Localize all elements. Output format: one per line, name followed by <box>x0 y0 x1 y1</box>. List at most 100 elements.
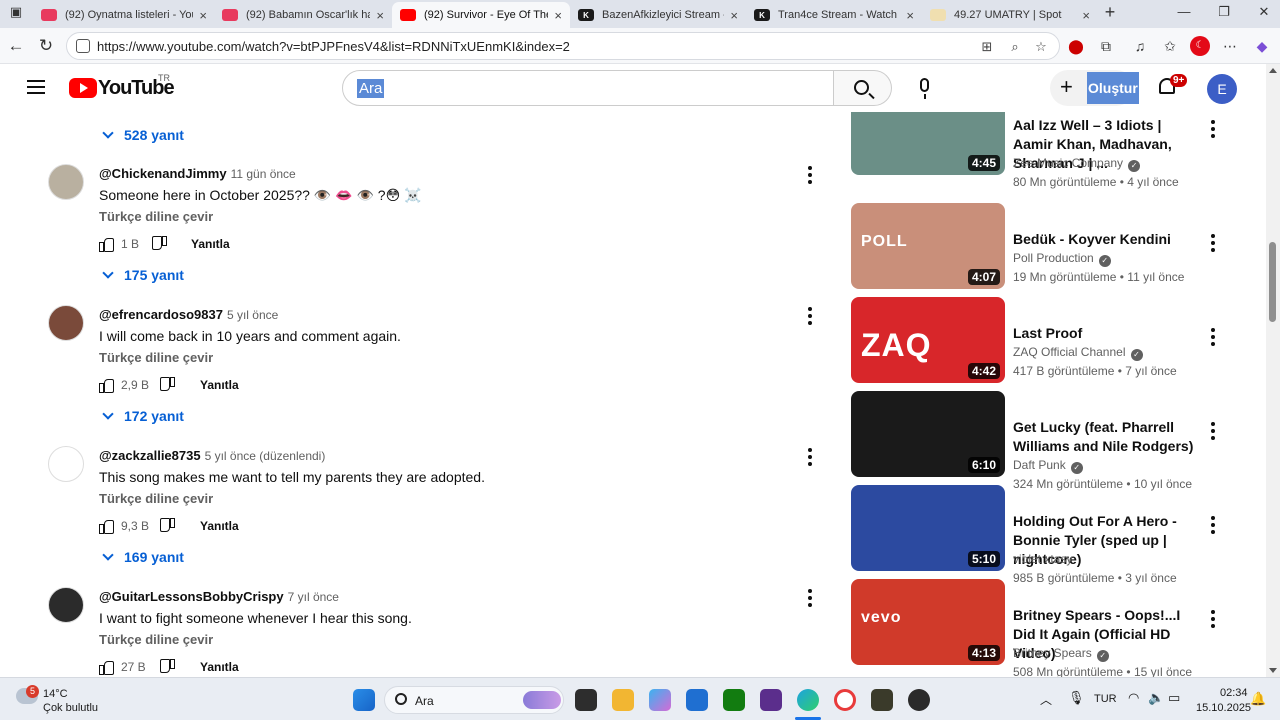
video-menu-icon[interactable] <box>1211 234 1215 252</box>
browser-tab[interactable]: (92) Babamın Oscar'lık hareketi × <box>214 2 392 28</box>
video-menu-icon[interactable] <box>1211 422 1215 440</box>
comment-author[interactable]: @efrencardoso9837 <box>99 307 223 322</box>
search-button[interactable] <box>834 70 892 106</box>
favorites-icon[interactable]: ✩ <box>1160 36 1180 56</box>
video-thumbnail[interactable]: POLL 4:07 <box>851 203 1005 289</box>
media-control-icon[interactable]: ♫ <box>1130 36 1150 56</box>
show-hidden-icons[interactable]: ︿ <box>1040 691 1052 708</box>
video-menu-icon[interactable] <box>1211 328 1215 346</box>
volume-icon[interactable]: 🔈 <box>1148 690 1164 706</box>
video-channel[interactable]: Zee Music Company ✓ <box>1013 156 1141 172</box>
video-channel[interactable]: violet xtasy <box>1013 552 1072 566</box>
battery-icon[interactable]: ▭ <box>1168 690 1180 706</box>
browser-tab[interactable]: K BazenAfkizleyici Stream - Watch × <box>570 2 746 28</box>
comment-author[interactable]: @ChickenandJimmy <box>99 166 227 181</box>
more-menu-icon[interactable]: ⋯ <box>1220 36 1240 56</box>
comment-menu-icon[interactable] <box>808 166 812 184</box>
video-thumbnail[interactable]: AAL IZZ WELL 4:45 <box>851 112 1005 175</box>
new-tab-button[interactable]: + <box>1098 2 1122 22</box>
xbox-icon[interactable] <box>723 689 745 711</box>
video-menu-icon[interactable] <box>1211 120 1215 138</box>
taskbar-search-box[interactable]: Ara <box>384 686 564 714</box>
browser-tab[interactable]: K Tran4ce Stream - Watch Live on × <box>746 2 922 28</box>
reply-button[interactable]: Yanıtla <box>200 660 239 674</box>
clock-date[interactable]: 15.10.2025 <box>1196 702 1251 714</box>
comment-time[interactable]: 11 gün önce <box>231 167 296 181</box>
tab-close-icon[interactable]: × <box>730 8 738 23</box>
youtube-logo-icon[interactable] <box>69 78 97 98</box>
video-channel[interactable]: Britney Spears ✓ <box>1013 646 1109 662</box>
video-thumbnail[interactable]: 5:10 <box>851 485 1005 571</box>
create-button[interactable]: + Oluştur <box>1050 70 1139 106</box>
dislike-icon[interactable] <box>161 519 175 533</box>
app-install-icon[interactable]: ⊞ <box>979 39 995 55</box>
url-text[interactable]: https://www.youtube.com/watch?v=btPJPFne… <box>97 39 570 54</box>
comment-time[interactable]: 7 yıl önce <box>288 590 339 604</box>
clock-time[interactable]: 02:34 <box>1220 687 1248 699</box>
comment-author[interactable]: @GuitarLessonsBobbyCrispy <box>99 589 284 604</box>
browser-tab[interactable]: 49.27 UMATRY | Spot × <box>922 2 1098 28</box>
reply-button[interactable]: Yanıtla <box>200 519 239 533</box>
translate-link[interactable]: Türkçe diline çevir <box>99 632 213 647</box>
comment-author[interactable]: @zackzallie8735 <box>99 448 201 463</box>
reply-button[interactable]: Yanıtla <box>191 237 230 251</box>
extensions-puzzle-icon[interactable]: ⧉ <box>1096 36 1116 56</box>
comment-menu-icon[interactable] <box>808 448 812 466</box>
video-title[interactable]: Get Lucky (feat. Pharrell Williams and N… <box>1013 418 1203 456</box>
hamburger-menu-icon[interactable] <box>27 80 45 94</box>
translate-link[interactable]: Türkçe diline çevir <box>99 209 213 224</box>
opera-icon[interactable] <box>834 689 856 711</box>
notifications-button[interactable]: 9+ <box>1156 74 1188 102</box>
start-windows-icon[interactable] <box>353 689 375 711</box>
dislike-icon[interactable] <box>153 237 167 251</box>
video-thumbnail[interactable]: ZAQ 4:42 <box>851 297 1005 383</box>
reload-icon[interactable]: ↻ <box>34 34 58 58</box>
task-view-icon[interactable] <box>575 689 597 711</box>
like-icon[interactable] <box>99 660 114 675</box>
like-icon[interactable] <box>99 519 114 534</box>
dislike-icon[interactable] <box>161 378 175 392</box>
maximize-icon[interactable]: ❐ <box>1204 4 1244 24</box>
adblock-extension-icon[interactable]: ⬤ <box>1066 36 1086 56</box>
comment-time[interactable]: 5 yıl önce (düzenlendi) <box>205 449 326 463</box>
video-menu-icon[interactable] <box>1211 516 1215 534</box>
video-channel[interactable]: Poll Production ✓ <box>1013 251 1111 267</box>
store-icon[interactable] <box>686 689 708 711</box>
comment-avatar[interactable] <box>48 164 84 200</box>
url-field[interactable]: https://www.youtube.com/watch?v=btPJPFne… <box>66 32 1060 60</box>
zoom-icon[interactable]: ⌕ <box>1007 39 1023 55</box>
tab-close-icon[interactable]: × <box>376 8 384 23</box>
browser-tab[interactable]: (92) Survivor - Eye Of The Tiger × <box>392 2 570 28</box>
profile-flag-icon[interactable]: ☾ <box>1190 36 1210 56</box>
back-arrow-icon[interactable]: ← <box>4 34 28 58</box>
voice-search-button[interactable] <box>905 70 945 106</box>
wifi-icon[interactable]: ◠ <box>1128 690 1139 706</box>
video-title[interactable]: Last Proof <box>1013 324 1203 343</box>
video-thumbnail[interactable]: 6:10 <box>851 391 1005 477</box>
comment-menu-icon[interactable] <box>808 307 812 325</box>
video-thumbnail[interactable]: vevo 4:13 <box>851 579 1005 665</box>
comment-time[interactable]: 5 yıl önce <box>227 308 278 322</box>
comment-avatar[interactable] <box>48 587 84 623</box>
account-avatar[interactable]: E <box>1207 74 1237 104</box>
notification-center-icon[interactable]: 🔔 <box>1250 691 1266 707</box>
sidebar-toggle-icon[interactable]: ▣ <box>0 4 32 24</box>
weather-temp[interactable]: 14°C <box>43 688 68 700</box>
reply-button[interactable]: Yanıtla <box>200 378 239 392</box>
view-replies-button[interactable]: 172 yanıt <box>100 408 184 424</box>
scroll-up-icon[interactable] <box>1269 68 1277 73</box>
video-channel[interactable]: ZAQ Official Channel ✓ <box>1013 345 1143 361</box>
gaming-app-icon[interactable] <box>871 689 893 711</box>
video-menu-icon[interactable] <box>1211 610 1215 628</box>
microphone-tray-icon[interactable]: 🎙 <box>1068 690 1085 706</box>
weather-desc[interactable]: Çok bulutlu <box>43 702 98 714</box>
close-window-icon[interactable]: ✕ <box>1244 4 1280 24</box>
file-explorer-icon[interactable] <box>612 689 634 711</box>
like-icon[interactable] <box>99 237 114 252</box>
browser-tab[interactable]: (92) Oynatma listeleri - YouTube × <box>33 2 215 28</box>
view-replies-button[interactable]: 175 yanıt <box>100 267 184 283</box>
site-info-icon[interactable] <box>76 39 90 53</box>
view-replies-button[interactable]: 528 yanıt <box>100 127 184 143</box>
video-channel[interactable]: Daft Punk ✓ <box>1013 458 1083 474</box>
steam-icon[interactable] <box>908 689 930 711</box>
